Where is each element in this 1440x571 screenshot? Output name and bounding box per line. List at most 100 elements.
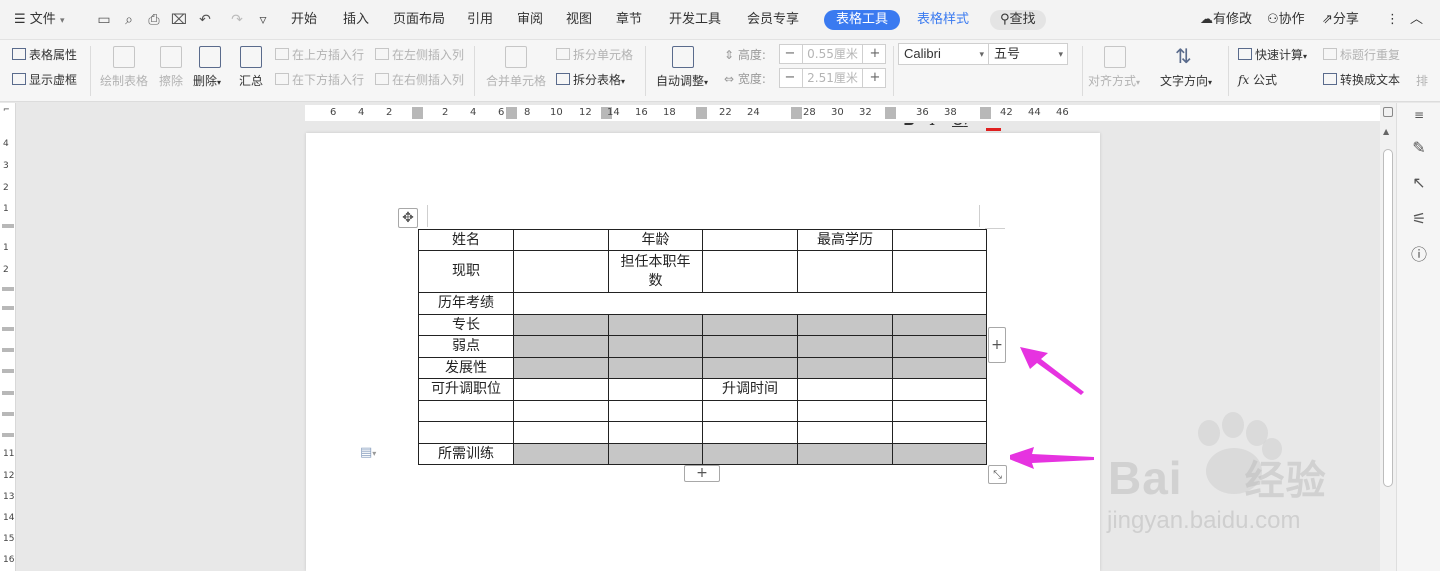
shaded-cell[interactable] [892, 335, 987, 358]
table-cell[interactable]: 年龄 [608, 229, 703, 251]
shaded-cell[interactable] [892, 314, 987, 336]
plus-icon[interactable]: + [865, 69, 885, 87]
menu-lines-icon[interactable]: ≡ [1409, 105, 1429, 125]
format-painter-icon[interactable]: ⌕ [120, 11, 138, 29]
show-grid-button[interactable]: 显示虚框 [12, 72, 77, 88]
shaded-cell[interactable] [608, 335, 703, 358]
table-cell[interactable] [513, 378, 609, 401]
collaborate-button[interactable]: ⚇协作 [1267, 10, 1305, 30]
erase-button[interactable]: 擦除 [159, 73, 183, 89]
align-button[interactable]: 对齐方式▾ [1088, 73, 1140, 91]
redo-icon[interactable]: ↷ [228, 11, 246, 29]
collapse-ribbon-icon[interactable]: ︿ [1410, 10, 1423, 30]
shaded-cell[interactable] [608, 357, 703, 379]
shaded-cell[interactable] [797, 357, 893, 379]
table-cell[interactable]: 专长 [418, 314, 514, 336]
column-marker[interactable] [696, 107, 707, 119]
table-cell[interactable] [513, 421, 609, 444]
table-cell[interactable] [418, 421, 514, 444]
tab-references[interactable]: 引用 [467, 10, 493, 30]
table-cell[interactable] [797, 400, 893, 422]
changes-button[interactable]: ☁有修改 [1200, 10, 1252, 30]
convert-to-text-button[interactable]: 转换成文本 [1323, 72, 1400, 88]
table-cell[interactable] [892, 400, 987, 422]
customize-icon[interactable]: ▿ [254, 11, 272, 29]
table-cell[interactable] [513, 250, 609, 293]
split-cells-button[interactable]: 拆分单元格 [556, 47, 633, 63]
table-cell[interactable]: 弱点 [418, 335, 514, 358]
tab-table-style[interactable]: 表格样式 [917, 10, 969, 30]
table-cell[interactable]: 姓名 [418, 229, 514, 251]
vertical-scrollbar[interactable]: ▲ [1380, 103, 1396, 571]
minus-icon[interactable]: − [780, 45, 800, 63]
table-cell[interactable] [702, 250, 798, 293]
column-marker[interactable] [506, 107, 517, 119]
vertical-ruler[interactable]: ⌐ 4 3 2 1 1 2 11 12 13 14 15 16 [0, 103, 16, 571]
table-cell[interactable]: 发展性 [418, 357, 514, 379]
column-marker[interactable] [980, 107, 991, 119]
table-cell[interactable]: 可升调职位 [418, 378, 514, 401]
table-cell[interactable] [797, 378, 893, 401]
shaded-cell[interactable] [797, 443, 893, 465]
print-icon[interactable]: ⎙ [145, 11, 163, 29]
file-menu[interactable]: ☰ 文件 ▾ [14, 10, 64, 30]
tab-home[interactable]: 开始 [291, 10, 317, 30]
column-marker[interactable] [791, 107, 802, 119]
table-cell[interactable] [702, 400, 798, 422]
shaded-cell[interactable] [513, 335, 609, 358]
table-cell[interactable] [892, 421, 987, 444]
tab-view[interactable]: 视图 [566, 10, 592, 30]
shaded-cell[interactable] [513, 443, 609, 465]
settings-sliders-icon[interactable]: ⚟ [1409, 209, 1429, 229]
tab-table-tools[interactable]: 表格工具 [824, 10, 901, 30]
share-button[interactable]: ⇗分享 [1322, 10, 1359, 30]
tab-member[interactable]: 会员专享 [747, 10, 799, 30]
save-icon[interactable]: ▭ [95, 11, 113, 29]
shaded-cell[interactable] [892, 357, 987, 379]
horizontal-ruler[interactable]: 6 4 2 2 4 6 8 10 12 14 16 18 22 24 28 30… [305, 103, 1380, 123]
shaded-cell[interactable] [797, 335, 893, 358]
column-marker[interactable] [885, 107, 896, 119]
merge-cells-button[interactable]: 合并单元格 [486, 73, 546, 89]
edit-icon[interactable]: ✎ [1409, 138, 1429, 158]
table-cell[interactable] [892, 250, 987, 293]
table-cell[interactable]: 现职 [418, 250, 514, 293]
scroll-up-icon[interactable]: ▲ [1383, 127, 1389, 136]
insert-row-above-button[interactable]: 在上方插入行 [275, 47, 364, 63]
table-cell[interactable] [797, 250, 893, 293]
table-cell[interactable] [702, 421, 798, 444]
width-stepper[interactable]: − 2.51厘米 + [779, 68, 886, 88]
formula-button[interactable]: fx 公式 [1238, 72, 1277, 88]
repeat-header-button[interactable]: 标题行重复 [1323, 47, 1400, 63]
insert-col-right-button[interactable]: 在右侧插入列 [375, 72, 464, 88]
shaded-cell[interactable] [892, 443, 987, 465]
tab-section[interactable]: 章节 [616, 10, 642, 30]
undo-icon[interactable]: ↶ [196, 11, 214, 29]
tab-developer[interactable]: 开发工具 [669, 10, 721, 30]
table-cell[interactable] [513, 292, 987, 315]
table-cell[interactable] [513, 400, 609, 422]
tab-insert[interactable]: 插入 [343, 10, 369, 30]
table-cell[interactable]: 所需训练 [418, 443, 514, 465]
sort-button[interactable]: 排 [1416, 73, 1428, 89]
table-cell[interactable]: 历年考绩 [418, 292, 514, 315]
split-view-icon[interactable] [1383, 107, 1393, 117]
table-cell[interactable]: 最高学历 [797, 229, 893, 251]
tab-review[interactable]: 审阅 [517, 10, 543, 30]
width-value[interactable]: 2.51厘米 [802, 69, 863, 87]
scrollbar-thumb[interactable] [1383, 149, 1393, 487]
shaded-cell[interactable] [513, 314, 609, 336]
column-marker[interactable] [412, 107, 423, 119]
more-icon[interactable]: ⋮ [1386, 10, 1399, 30]
table-cell[interactable] [892, 229, 987, 251]
search-button[interactable]: ⚲查找 [990, 10, 1046, 30]
height-value[interactable]: 0.55厘米 [802, 45, 863, 63]
quick-calc-button[interactable]: 快速计算▾ [1238, 47, 1307, 65]
cursor-icon[interactable]: ↖ [1409, 173, 1429, 193]
table-cell[interactable] [608, 378, 703, 401]
table-cell[interactable] [702, 229, 798, 251]
shaded-cell[interactable] [513, 357, 609, 379]
shaded-cell[interactable] [797, 314, 893, 336]
table-properties-button[interactable]: 表格属性 [12, 47, 77, 63]
add-column-icon[interactable]: + [988, 327, 1006, 363]
